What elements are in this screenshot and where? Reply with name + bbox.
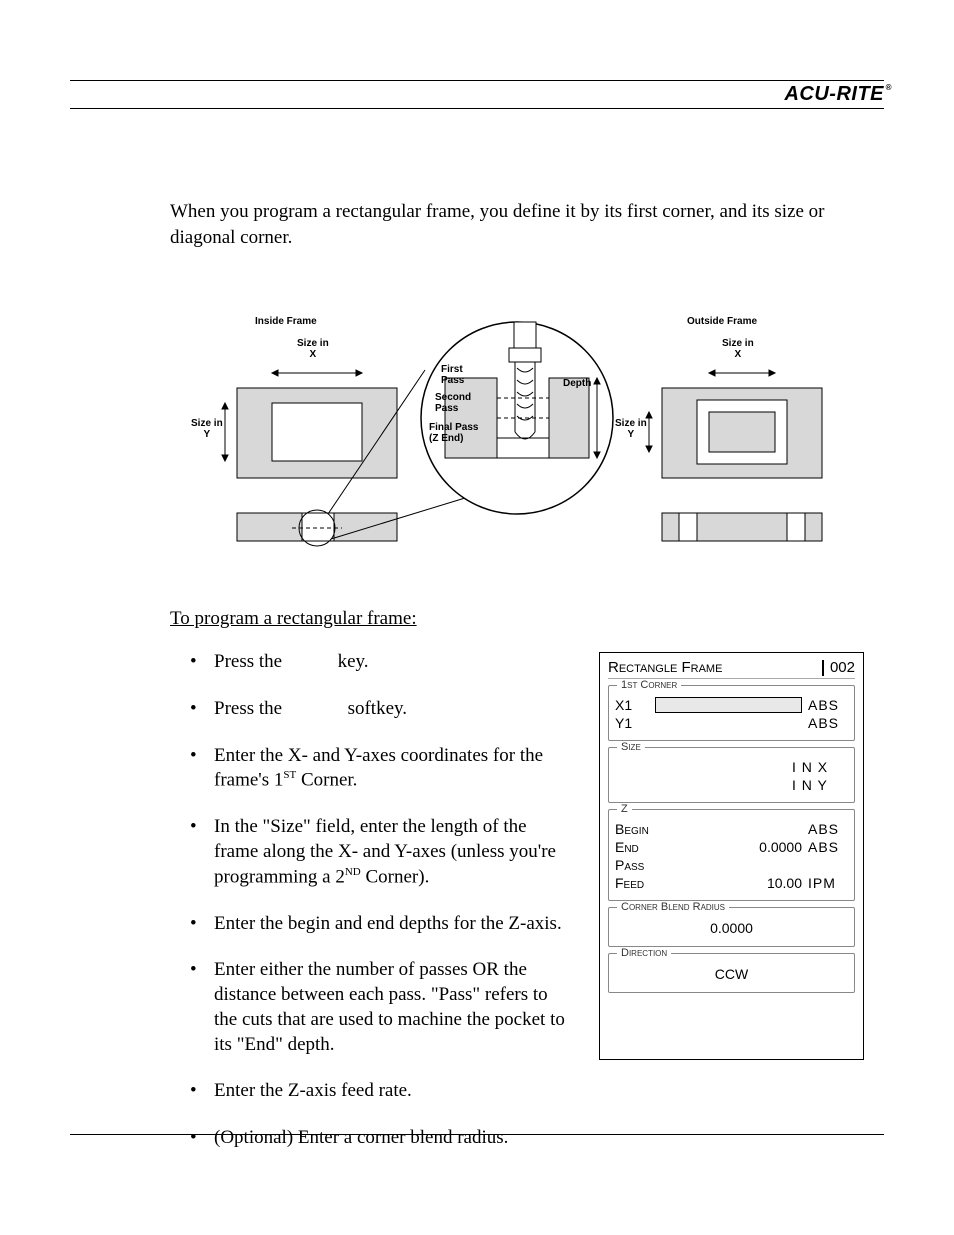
label-size-x-right: Size in X (722, 338, 754, 360)
group-z: Z Begin ABS End 0.0000 ABS Pass (608, 809, 855, 901)
size-x-unit: I N X (792, 759, 848, 775)
direction-value: CCW (615, 964, 848, 984)
label-outside-frame: Outside Frame (687, 316, 757, 327)
y1-label: Y1 (615, 715, 655, 731)
step-item: In the "Size" field, enter the length of… (190, 815, 571, 889)
group-size: Size I N X I N Y (608, 747, 855, 803)
z-end-unit: ABS (808, 839, 848, 855)
rectangle-frame-screen: Rectangle Frame 002 1st Corner X1 ABS Y1 (599, 652, 864, 1060)
z-feed-unit: IPM (808, 875, 848, 891)
z-begin-unit: ABS (808, 821, 848, 837)
label-second-pass: Second Pass (435, 392, 471, 414)
screen-title: Rectangle Frame (608, 659, 816, 676)
z-end-value: 0.0000 (669, 839, 808, 855)
step-item: Enter the X- and Y-axes coordinates for … (190, 744, 571, 794)
label-first-pass: First Pass (441, 364, 464, 386)
step-item: Press the key. (190, 650, 571, 675)
steps-list: Press the key. Press the softkey. Enter … (170, 650, 571, 1150)
z-begin-label: Begin (615, 821, 669, 837)
label-inside-frame: Inside Frame (255, 316, 317, 327)
z-feed-label: Feed (615, 875, 669, 891)
y1-unit: ABS (808, 715, 848, 731)
group-1st-corner: 1st Corner X1 ABS Y1 ABS (608, 685, 855, 741)
page-header: ACU-RITE (70, 83, 884, 109)
label-depth: Depth (563, 378, 591, 389)
corner-blend-value: 0.0000 (615, 918, 848, 938)
step-item: Enter the begin and end depths for the Z… (190, 912, 571, 937)
label-final-pass: Final Pass (Z End) (429, 422, 478, 444)
frame-diagram: Inside Frame Outside Frame Size in X Siz… (170, 278, 864, 568)
step-item: Enter either the number of passes OR the… (190, 958, 571, 1057)
intro-paragraph: When you program a rectangular frame, yo… (170, 199, 864, 250)
step-item: (Optional) Enter a corner blend radius. (190, 1126, 571, 1151)
size-y-unit: I N Y (792, 777, 848, 793)
label-size-y-left: Size in Y (191, 418, 223, 440)
step-item: Press the softkey. (190, 697, 571, 722)
z-feed-value: 10.00 (669, 875, 808, 891)
x1-input[interactable] (655, 697, 802, 713)
x1-unit: ABS (808, 697, 848, 713)
z-pass-label: Pass (615, 857, 669, 873)
group-corner-blend-radius: Corner Blend Radius 0.0000 (608, 907, 855, 947)
section-heading: To program a rectangular frame: (170, 608, 864, 630)
label-size-y-right: Size in Y (615, 418, 647, 440)
brand-logo: ACU-RITE (784, 83, 884, 106)
z-end-label: End (615, 839, 669, 855)
screen-number: 002 (830, 659, 855, 676)
x1-label: X1 (615, 697, 655, 713)
step-item: Enter the Z-axis feed rate. (190, 1079, 571, 1104)
label-size-x-left: Size in X (297, 338, 329, 360)
footer-rule (70, 1134, 884, 1135)
group-direction: Direction CCW (608, 953, 855, 993)
